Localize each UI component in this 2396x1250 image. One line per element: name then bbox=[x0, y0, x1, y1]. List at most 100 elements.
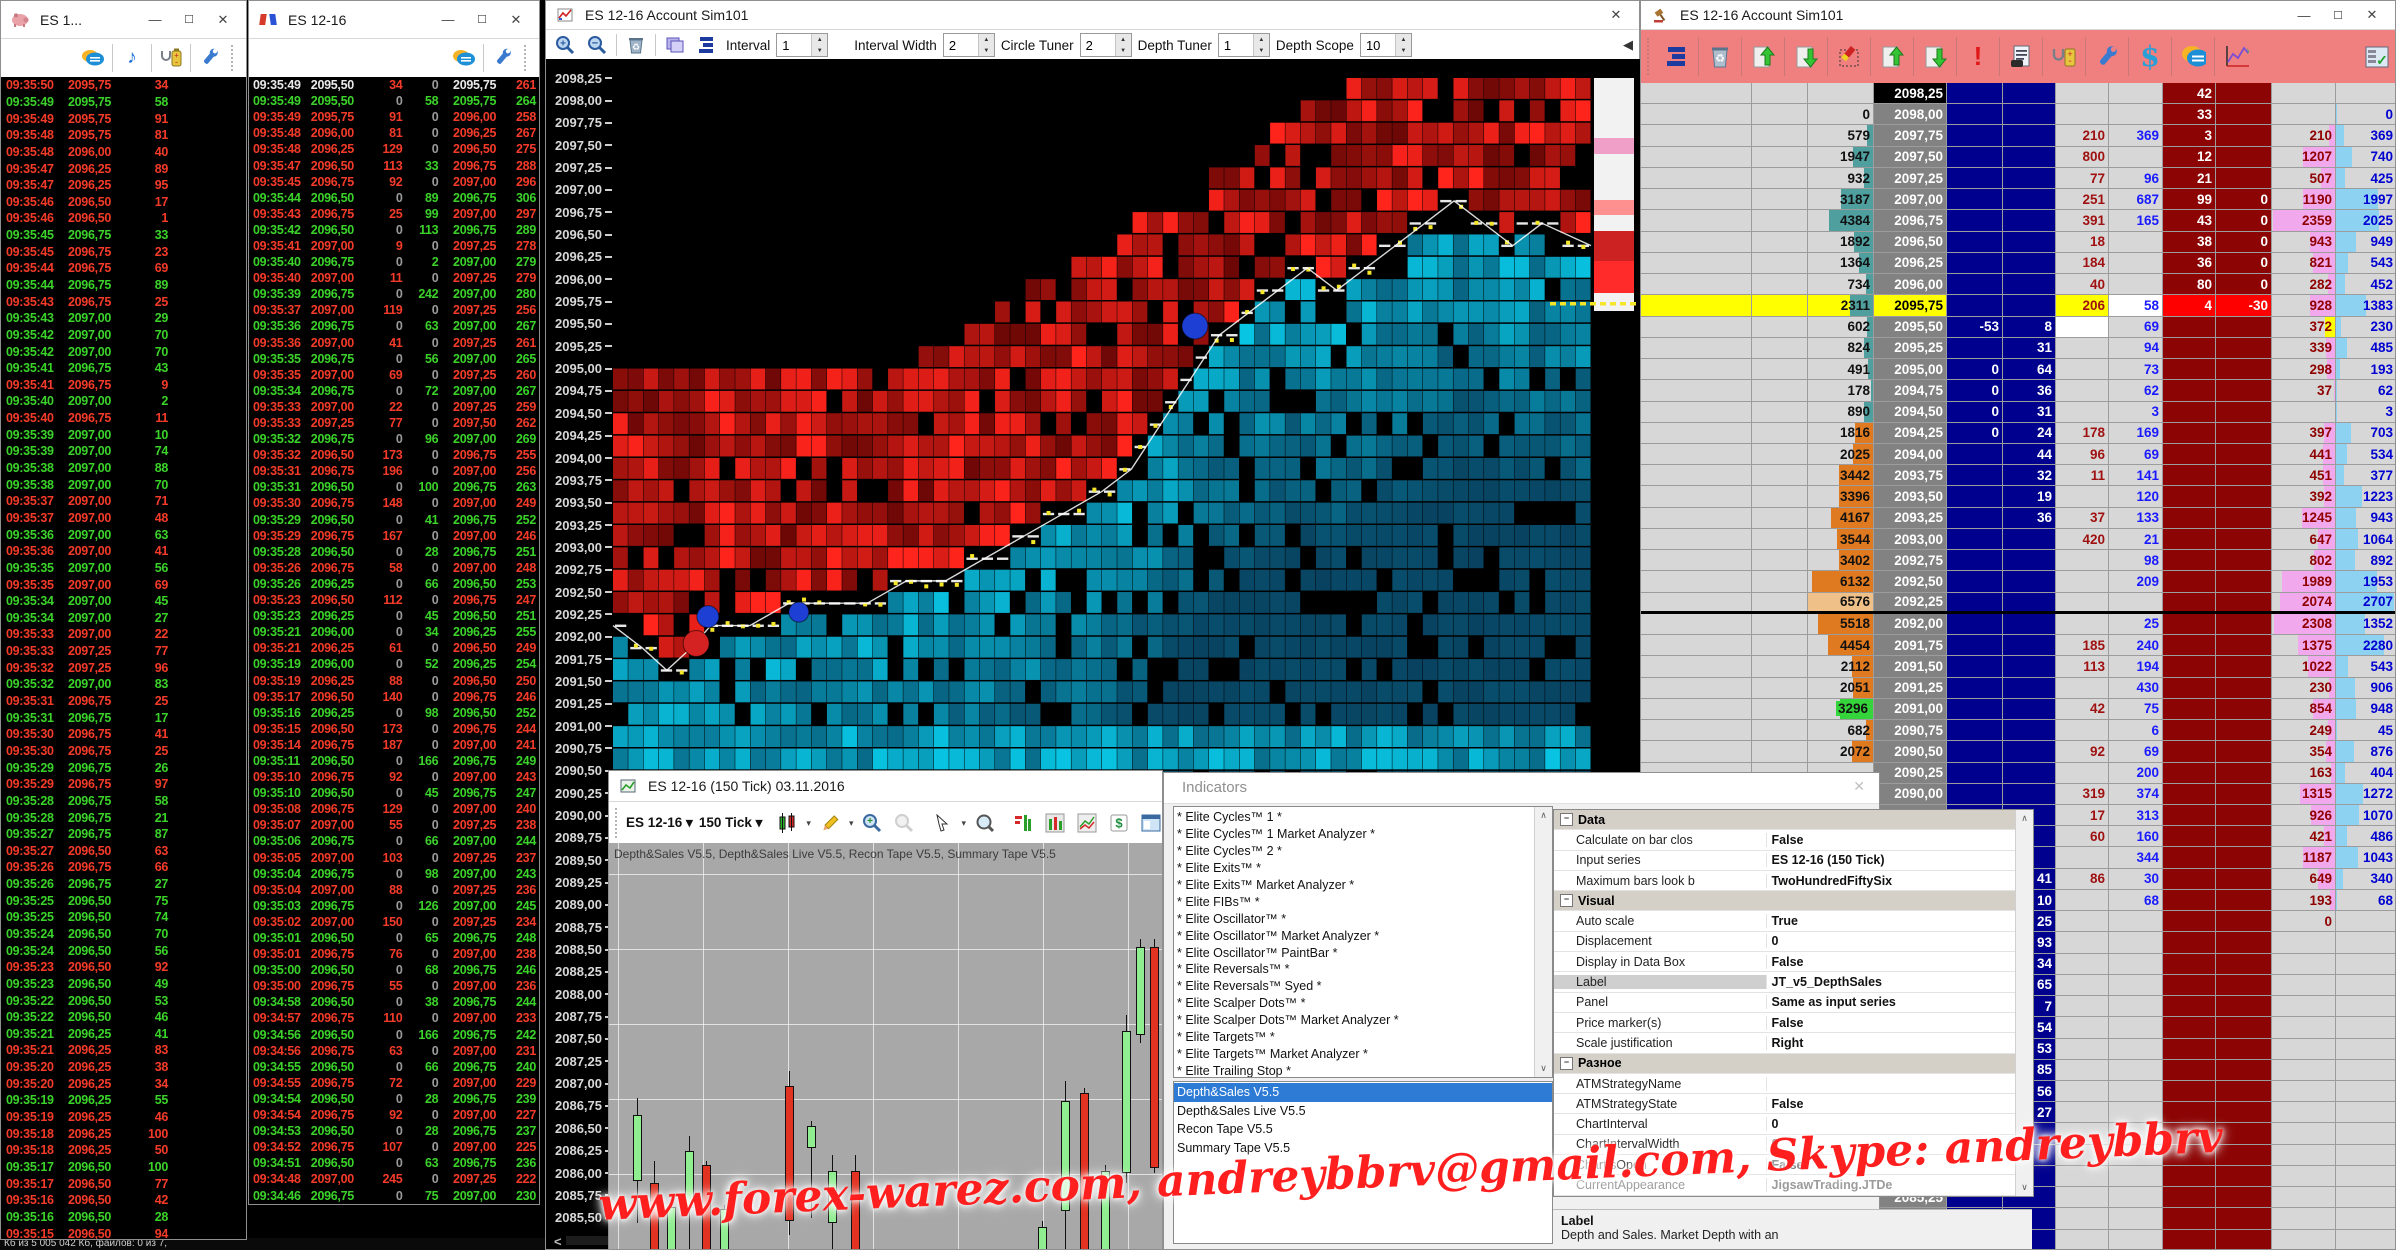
dom-buy-trades-cell[interactable] bbox=[2109, 593, 2163, 611]
dom-ask-depth-cell[interactable]: 0 bbox=[2216, 253, 2272, 273]
dom-ask-depth-cell[interactable] bbox=[2163, 614, 2216, 634]
dom-sell-summary-cell[interactable]: 928 bbox=[2272, 295, 2336, 315]
dom-ask-depth-cell[interactable]: 43 bbox=[2163, 210, 2216, 230]
dom-ask-depth-cell[interactable]: 36 bbox=[2163, 253, 2216, 273]
dom-volume-cell[interactable]: 0 bbox=[1808, 104, 1874, 124]
dom-ask-depth-cell[interactable] bbox=[2216, 847, 2272, 867]
dom-buy-col[interactable] bbox=[1641, 253, 1752, 273]
dom-bid-depth-cell[interactable]: 44 bbox=[2003, 444, 2056, 464]
dom-bid-depth-cell[interactable] bbox=[1947, 784, 2003, 804]
dom-ask-depth-cell[interactable] bbox=[2163, 1230, 2216, 1249]
dom-price-cell[interactable]: 2092,50 bbox=[1874, 571, 1947, 591]
dom-bid-depth-cell[interactable] bbox=[1947, 656, 2003, 676]
configured-indicator-item[interactable]: Depth&Sales V5.5 bbox=[1174, 1083, 1552, 1102]
dom-bid-depth-cell[interactable] bbox=[2003, 656, 2056, 676]
dom-volume-cell[interactable]: 682 bbox=[1808, 720, 1874, 740]
dom-row[interactable]: 02098,00330 bbox=[1641, 104, 2395, 125]
candlestick-style-icon[interactable] bbox=[774, 811, 800, 835]
dom-ask-depth-cell[interactable] bbox=[2163, 869, 2216, 889]
dom-volume-cell[interactable]: 3442 bbox=[1808, 465, 1874, 485]
dom-row[interactable]: 20722090,509269354876 bbox=[1641, 741, 2395, 762]
dom-buy-summary-cell[interactable]: 876 bbox=[2336, 741, 2395, 761]
dom-ask-depth-cell[interactable] bbox=[2163, 805, 2216, 825]
dom-ask-depth-cell[interactable] bbox=[2216, 465, 2272, 485]
wrench-icon[interactable] bbox=[490, 46, 516, 70]
hm-scroll-left-arrow[interactable]: < bbox=[554, 1234, 562, 1249]
dom-ask-depth-cell[interactable]: -30 bbox=[2216, 295, 2272, 315]
indicator-list-item[interactable]: * Elite Cycles™ 1 Market Analyzer * bbox=[1174, 826, 1535, 843]
dom-ask-depth-cell[interactable] bbox=[2163, 380, 2216, 400]
dom-buy-summary-cell[interactable] bbox=[2336, 932, 2395, 952]
dom-sell-summary-cell[interactable]: 507 bbox=[2272, 168, 2336, 188]
dom-ask-depth-cell[interactable] bbox=[2163, 338, 2216, 358]
dom-sell-summary-cell[interactable] bbox=[2272, 104, 2336, 124]
dom-buy-trades-cell[interactable] bbox=[2109, 1017, 2163, 1037]
dom-sell-trades-cell[interactable]: 96 bbox=[2056, 444, 2109, 464]
dom-bid-depth-cell[interactable] bbox=[2003, 253, 2056, 273]
dom-price-cell[interactable]: 2097,25 bbox=[1874, 168, 1947, 188]
dom-volume-cell[interactable]: 2025 bbox=[1808, 444, 1874, 464]
wrench-icon[interactable] bbox=[2094, 45, 2120, 69]
dom-buy-summary-cell[interactable]: 1272 bbox=[2336, 784, 2395, 804]
indicator-list-item[interactable]: * Elite Exits™ * bbox=[1174, 860, 1535, 877]
dom-sell-summary-cell[interactable]: 441 bbox=[2272, 444, 2336, 464]
configured-indicator-item[interactable]: Depth&Sales Live V5.5 bbox=[1174, 1102, 1552, 1121]
zoom-in-icon[interactable]: + bbox=[552, 33, 578, 57]
property-group-header[interactable]: −Visual bbox=[1554, 891, 2016, 911]
dom-sell-trades-cell[interactable] bbox=[2056, 678, 2109, 698]
indicator-list-item[interactable]: * Elite Oscillator™ Market Analyzer * bbox=[1174, 927, 1535, 944]
dom-sell-trades-cell[interactable]: 18 bbox=[2056, 232, 2109, 252]
dom-bid-depth-cell[interactable] bbox=[1947, 614, 2003, 634]
dom-price-cell[interactable]: 2091,00 bbox=[1874, 699, 1947, 719]
dom-sell-summary-cell[interactable]: 943 bbox=[2272, 232, 2336, 252]
dom-ask-depth-cell[interactable] bbox=[2163, 1081, 2216, 1101]
dom-ask-depth-cell[interactable] bbox=[2163, 996, 2216, 1016]
dom-buy-summary-cell[interactable]: 2025 bbox=[2336, 210, 2395, 230]
dom-bid-depth-cell[interactable] bbox=[1947, 253, 2003, 273]
dom-ask-depth-cell[interactable] bbox=[2163, 1017, 2216, 1037]
zoom-in-icon[interactable]: + bbox=[859, 811, 885, 835]
dom-buy-summary-cell[interactable]: 948 bbox=[2336, 699, 2395, 719]
dom-sell-summary-cell[interactable] bbox=[2272, 1123, 2336, 1143]
dom-ask-depth-cell[interactable]: 3 bbox=[2163, 125, 2216, 145]
dom-buy-trades-cell[interactable]: 430 bbox=[2109, 678, 2163, 698]
dom-sell-summary-cell[interactable]: 1315 bbox=[2272, 784, 2336, 804]
indicator-list-item[interactable]: * Elite Scalper Dots™ * bbox=[1174, 995, 1535, 1012]
dom-row[interactable]: 9322097,25779621507425 bbox=[1641, 168, 2395, 189]
dom-sell-trades-cell[interactable]: 420 bbox=[2056, 529, 2109, 549]
dom-buy-trades-cell[interactable]: 369 bbox=[2109, 125, 2163, 145]
dom-row[interactable]: 34422093,753211141451377 bbox=[1641, 465, 2395, 486]
dom-bid-depth-cell[interactable] bbox=[1947, 529, 2003, 549]
dom-ask-depth-cell[interactable] bbox=[2163, 847, 2216, 867]
dom-buy-summary-cell[interactable]: 369 bbox=[2336, 125, 2395, 145]
dom-row[interactable]: 34022092,7598802892 bbox=[1641, 550, 2395, 571]
dom-bid-depth-cell[interactable] bbox=[2003, 720, 2056, 740]
dom-sell-trades-cell[interactable]: 185 bbox=[2056, 635, 2109, 655]
dom-buy-summary-cell[interactable]: 1383 bbox=[2336, 295, 2395, 315]
dom-buy-summary-cell[interactable]: 404 bbox=[2336, 763, 2395, 783]
dom-sell-summary-cell[interactable]: 2308 bbox=[2272, 614, 2336, 634]
dom-sell-col[interactable] bbox=[1752, 147, 1808, 167]
dom-bid-depth-cell[interactable] bbox=[1947, 593, 2003, 611]
volume-bars-icon[interactable] bbox=[1042, 811, 1068, 835]
dom-sell-trades-cell[interactable] bbox=[2056, 486, 2109, 506]
dom-price-cell[interactable]: 2097,50 bbox=[1874, 147, 1947, 167]
dom-buy-trades-cell[interactable] bbox=[2109, 1230, 2163, 1249]
dom-ask-depth-cell[interactable] bbox=[2216, 678, 2272, 698]
page-up-2-icon[interactable] bbox=[1879, 45, 1905, 69]
dom-bid-depth-cell[interactable] bbox=[1947, 571, 2003, 591]
dom-buy-trades-cell[interactable]: 160 bbox=[2109, 826, 2163, 846]
dom-titlebar[interactable]: ES 12-16 Account Sim101 — ☐ ✕ bbox=[1641, 1, 2395, 30]
dom-sell-trades-cell[interactable]: 17 bbox=[2056, 805, 2109, 825]
dom-sell-summary-cell[interactable]: 1022 bbox=[2272, 656, 2336, 676]
dom-ask-depth-cell[interactable] bbox=[2216, 932, 2272, 952]
candlestick-style-caret[interactable]: ▾ bbox=[806, 818, 811, 829]
w2-minimize-button[interactable]: — bbox=[431, 12, 465, 27]
dom-sell-summary-cell[interactable] bbox=[2272, 1187, 2336, 1207]
dom-row[interactable]: 21122091,501131941022543 bbox=[1641, 656, 2395, 677]
property-row[interactable]: ATMStrategyName bbox=[1554, 1074, 2016, 1094]
w1-minimize-button[interactable]: — bbox=[138, 12, 172, 27]
dom-buy-summary-cell[interactable]: 340 bbox=[2336, 869, 2395, 889]
dom-buy-col[interactable] bbox=[1641, 168, 1752, 188]
indicator-list-item[interactable]: * Elite Oscillator™ PaintBar * bbox=[1174, 944, 1535, 961]
